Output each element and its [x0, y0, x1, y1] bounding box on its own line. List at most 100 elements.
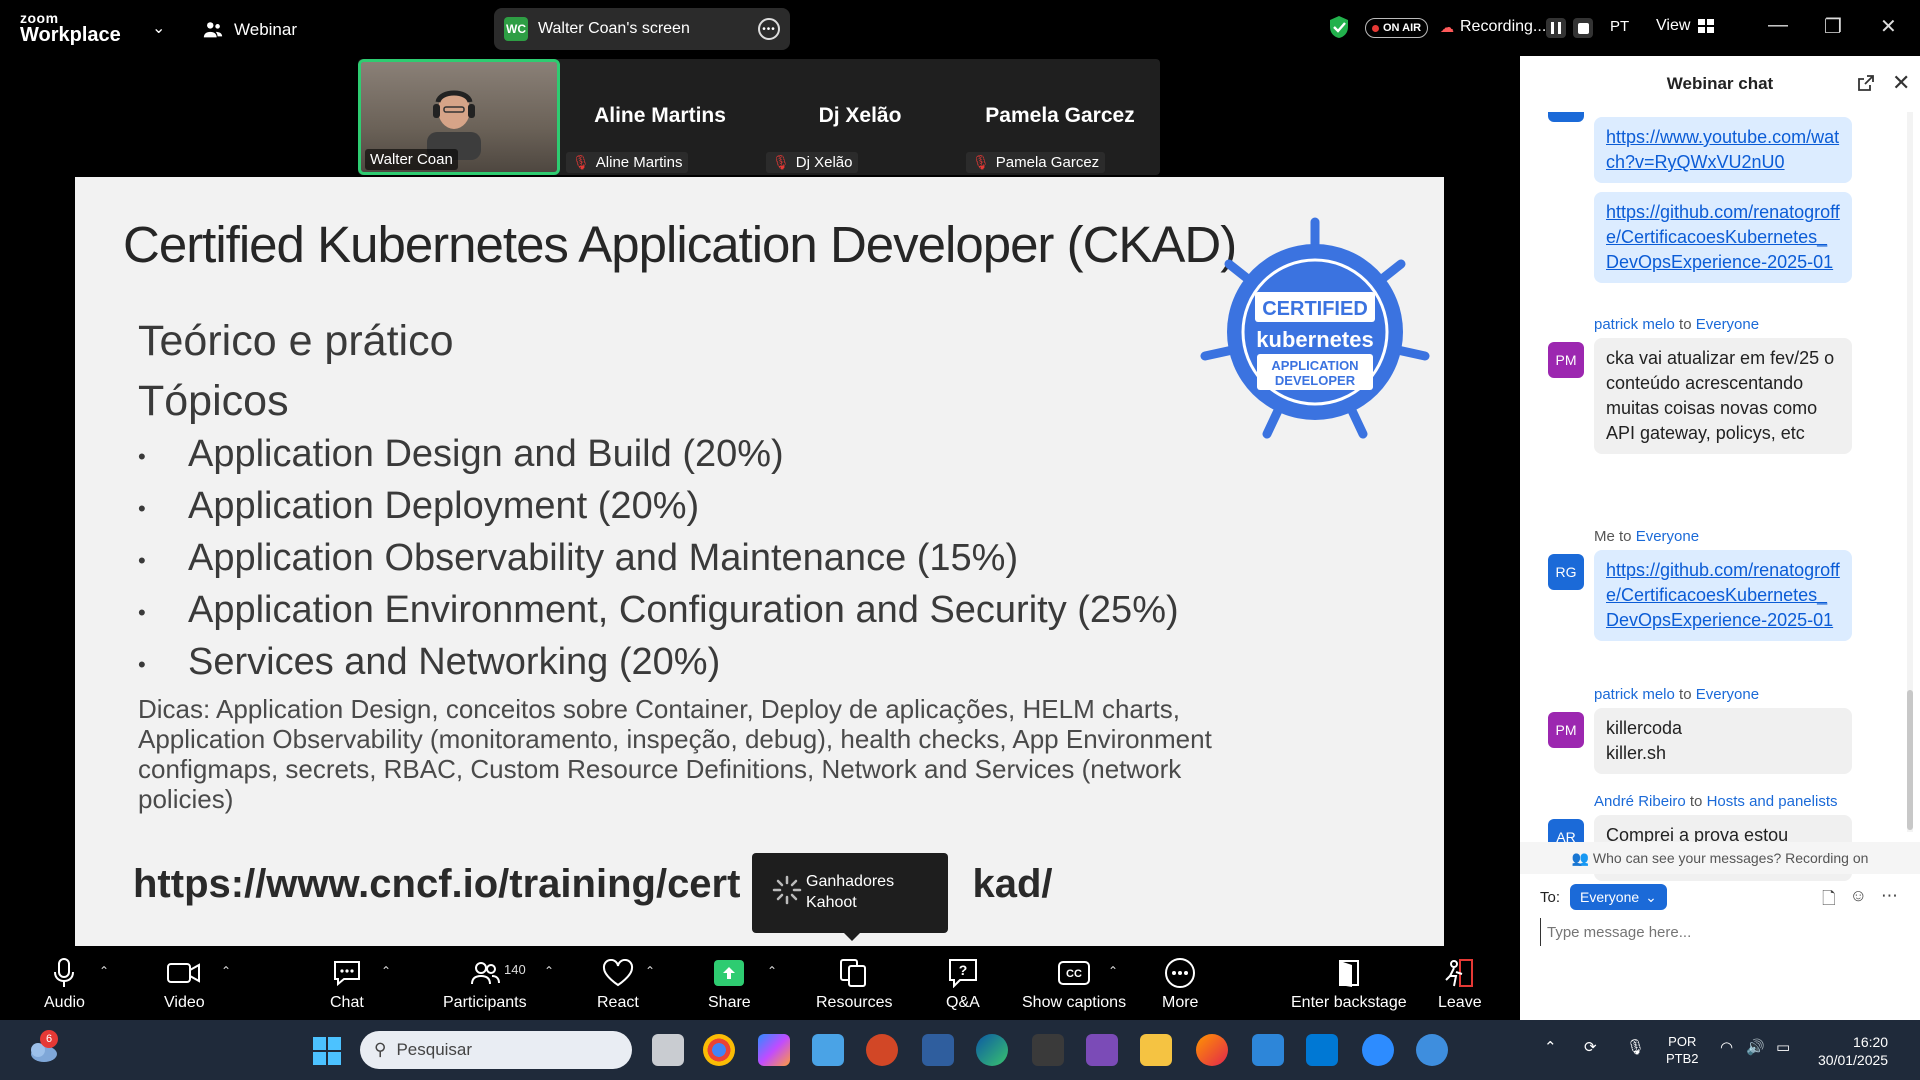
interpretation-language[interactable]: PT	[1610, 18, 1629, 35]
vscode-icon[interactable]	[1306, 1034, 1338, 1066]
mic-muted-icon: 🎙	[572, 154, 590, 170]
resources-button[interactable]: Resources	[816, 956, 892, 1012]
panelist-label-text: Pamela Garcez	[995, 154, 1100, 171]
taskbar-search[interactable]: ⚲ Pesquisar	[360, 1031, 632, 1069]
chat-messages: https://www.youtube.com/watch?v=RyQWxVU2…	[1520, 112, 1910, 894]
react-button[interactable]: React	[597, 956, 639, 1012]
chat-button[interactable]: Chat	[330, 956, 364, 1012]
chat-message: killercoda killer.sh	[1594, 708, 1852, 774]
minimize-icon[interactable]: —	[1768, 14, 1788, 37]
chevron-up-icon[interactable]: ⌃	[1544, 1038, 1557, 1056]
pause-icon	[1551, 22, 1561, 34]
volume-icon[interactable]: 🔊	[1746, 1038, 1765, 1056]
audio-button[interactable]: Audio	[44, 956, 85, 1012]
webinar-mode-indicator[interactable]: Webinar	[202, 19, 297, 41]
pause-recording-button[interactable]	[1546, 18, 1566, 38]
stop-recording-button[interactable]	[1573, 18, 1593, 38]
popout-icon[interactable]	[1857, 74, 1875, 92]
react-options-caret[interactable]: ⌃	[645, 964, 655, 978]
powerpoint-icon[interactable]	[866, 1034, 898, 1066]
sender-name: Me	[1594, 528, 1615, 545]
firefox-icon[interactable]	[1196, 1034, 1228, 1066]
video-options-caret[interactable]: ⌃	[221, 964, 231, 978]
zoom-webinar-window: zoom Workplace ⌄ Webinar WC Walter Coan'…	[0, 0, 1920, 1080]
shield-icon[interactable]	[1328, 15, 1350, 39]
close-window-icon[interactable]: ✕	[1880, 14, 1897, 39]
participants-options-caret[interactable]: ⌃	[544, 964, 554, 978]
host-name-label: Walter Coan	[365, 149, 458, 170]
logo-kubernetes-text: kubernetes	[1256, 327, 1373, 352]
chat-options-caret[interactable]: ⌃	[381, 964, 391, 978]
chat-message: https://www.youtube.com/watch?v=RyQWxVU2…	[1594, 117, 1852, 183]
participants-label: Participants	[443, 994, 527, 1011]
battery-icon[interactable]: ▭	[1776, 1038, 1790, 1056]
captions-options-caret[interactable]: ⌃	[1108, 964, 1118, 978]
file-explorer-icon[interactable]	[1140, 1034, 1172, 1066]
topic-item: • Application Design and Build (20%)	[138, 433, 1179, 485]
cloud-record-icon: ☁	[1440, 18, 1454, 35]
video-button[interactable]: Video	[164, 956, 205, 1012]
resources-tooltip[interactable]: Ganhadores Kahoot	[752, 853, 948, 941]
chat-link[interactable]: https://github.com/renatogroffe/Certific…	[1606, 560, 1840, 630]
input-language[interactable]: POR PTB2	[1666, 1033, 1699, 1067]
more-button[interactable]: More	[1162, 956, 1198, 1012]
recording-indicator[interactable]: ☁ Recording...	[1440, 18, 1546, 36]
chat-message-input[interactable]	[1540, 918, 1900, 946]
restore-icon[interactable]: ❐	[1824, 14, 1842, 39]
azure-tool-icon[interactable]	[812, 1034, 844, 1066]
chat-link[interactable]: https://www.youtube.com/watch?v=RyQWxVU2…	[1606, 127, 1839, 172]
more-options-icon[interactable]: ⋯	[1881, 886, 1898, 915]
leave-icon	[1445, 959, 1473, 987]
panelist-label: 🎙 Pamela Garcez	[966, 152, 1106, 173]
more-options-icon[interactable]: •••	[758, 18, 780, 40]
video-tile-host[interactable]: Walter Coan	[358, 59, 560, 175]
qa-icon: ?	[948, 959, 977, 988]
microphone-icon	[54, 958, 75, 987]
qa-button[interactable]: ? Q&A	[946, 956, 980, 1012]
view-button[interactable]: View	[1656, 17, 1715, 35]
system-clock[interactable]: 16:20 30/01/2025	[1818, 1033, 1888, 1069]
video-tile-panelist[interactable]: Dj Xelão 🎙 Dj Xelão	[760, 59, 960, 175]
screen-share-indicator[interactable]: WC Walter Coan's screen •••	[494, 8, 790, 50]
emoji-icon[interactable]: ☺	[1850, 886, 1867, 915]
wifi-icon[interactable]: ◠	[1720, 1038, 1733, 1056]
chevron-down-icon[interactable]: ⌄	[152, 18, 165, 38]
network-tool-icon[interactable]	[922, 1034, 954, 1066]
share-button[interactable]: Share	[708, 956, 751, 1012]
browser-app-icon[interactable]	[1416, 1034, 1448, 1066]
share-options-caret[interactable]: ⌃	[767, 964, 777, 978]
file-icon[interactable]: 🗋	[1822, 886, 1836, 915]
video-tile-panelist[interactable]: Aline Martins 🎙 Aline Martins	[560, 59, 760, 175]
logo-top-text: zoom	[20, 10, 59, 26]
audio-options-caret[interactable]: ⌃	[99, 964, 109, 978]
chrome-icon[interactable]	[703, 1034, 735, 1066]
task-view-icon[interactable]	[652, 1034, 684, 1066]
enter-backstage-button[interactable]: Enter backstage	[1291, 956, 1407, 1012]
view-label: View	[1656, 17, 1691, 34]
visual-studio-icon[interactable]	[1086, 1034, 1118, 1066]
recipient-dropdown[interactable]: Everyone ⌄	[1570, 884, 1667, 910]
chat-scroll-thumb[interactable]	[1907, 690, 1913, 830]
windows-start-icon[interactable]	[313, 1037, 341, 1065]
tooltip-line: Ganhadores	[806, 873, 895, 890]
message-line: killercoda	[1606, 718, 1683, 738]
chat-link[interactable]: https://github.com/renatogroffe/Certific…	[1606, 202, 1840, 272]
copilot-icon[interactable]	[758, 1034, 790, 1066]
microphone-tray-icon[interactable]: 🎙	[1626, 1038, 1645, 1056]
logo-bottom-text: Workplace	[20, 24, 121, 46]
tooltip-line: Kahoot	[806, 894, 857, 911]
edge-icon[interactable]	[976, 1034, 1008, 1066]
video-tile-panelist[interactable]: Pamela Garcez 🎙 Pamela Garcez	[960, 59, 1160, 175]
notepad-icon[interactable]	[1252, 1034, 1284, 1066]
chat-message: cka vai atualizar em fev/25 o conteúdo a…	[1594, 338, 1852, 454]
topic-item: • Application Environment, Configuration …	[138, 589, 1179, 641]
slide-url-start: https://www.cncf.io/training/cert	[133, 862, 741, 906]
chat-privacy-notice[interactable]: 👥 Who can see your messages? Recording o…	[1520, 842, 1920, 874]
close-chat-icon[interactable]: ✕	[1892, 70, 1910, 96]
leave-button[interactable]: Leave	[1438, 956, 1482, 1012]
logo-application-text: APPLICATION	[1271, 358, 1358, 373]
on-air-label: ON AIR	[1383, 22, 1422, 34]
terminal-icon[interactable]	[1032, 1034, 1064, 1066]
sync-icon[interactable]: ⟳	[1584, 1038, 1597, 1056]
zoom-app-icon[interactable]	[1362, 1034, 1394, 1066]
